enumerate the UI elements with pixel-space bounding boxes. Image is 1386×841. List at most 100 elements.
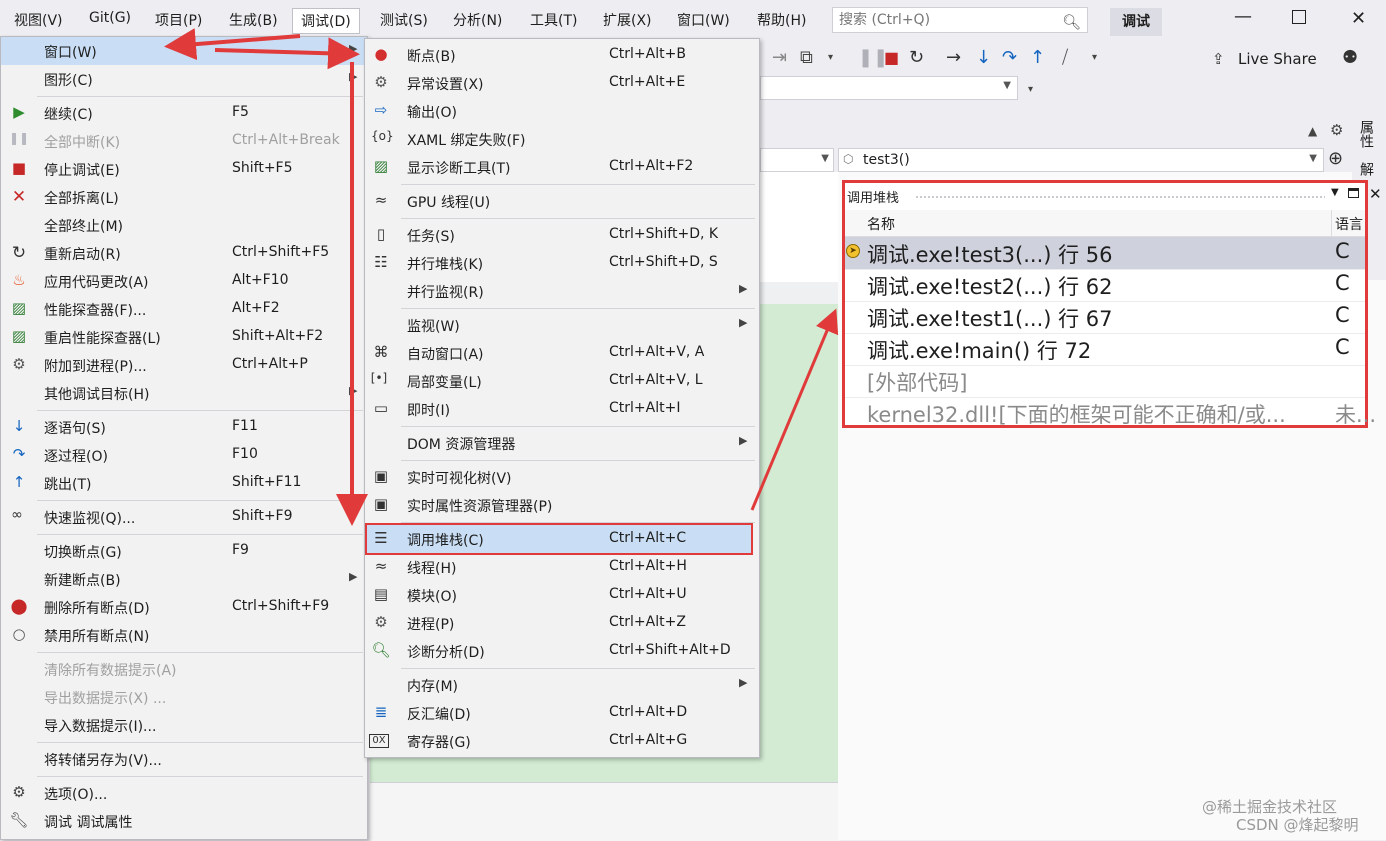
menu-view[interactable]: 视图(V) bbox=[14, 10, 63, 30]
menu-tools[interactable]: 工具(T) bbox=[530, 10, 577, 30]
table-row[interactable]: 调试.exe!test2(...) 行 62 C bbox=[845, 269, 1365, 302]
step-into-icon[interactable]: ↓ bbox=[976, 47, 991, 68]
feedback-icon[interactable]: ⚉ bbox=[1342, 47, 1358, 68]
menu-item-new-breakpoint[interactable]: 新建断点(B) ▶ bbox=[1, 565, 367, 593]
chevron-down-icon[interactable]: ▲ bbox=[1308, 124, 1317, 138]
column-name[interactable]: 名称 bbox=[867, 214, 895, 234]
menu-item-save-dump[interactable]: 将转储另存为(V)... bbox=[1, 745, 367, 773]
menu-item-diagnostic-analysis[interactable]: 🔍︎ 诊断分析(D) Ctrl+Shift+Alt+D bbox=[365, 637, 759, 665]
menu-item-debug-properties[interactable]: 🔧︎ 调试 调试属性 bbox=[1, 807, 367, 835]
menu-item-diagnostic-tools[interactable]: ▨ 显示诊断工具(T) Ctrl+Alt+F2 bbox=[365, 153, 759, 181]
properties-tab[interactable]: 属性 bbox=[1356, 120, 1376, 148]
menu-item-break-all[interactable]: ❚❚ 全部中断(K) Ctrl+Alt+Break bbox=[1, 127, 367, 155]
menu-item-detach-all[interactable]: ✕ 全部拆离(L) bbox=[1, 183, 367, 211]
menu-item-live-property-explorer[interactable]: ▣ 实时属性资源管理器(P) bbox=[365, 491, 759, 519]
menu-item-autos[interactable]: ⌘ 自动窗口(A) Ctrl+Alt+V, A bbox=[365, 339, 759, 367]
menu-item-output[interactable]: ⇨ 输出(O) bbox=[365, 97, 759, 125]
menu-item-parallel-watch[interactable]: 并行监视(R) ▶ bbox=[365, 277, 759, 305]
menu-git[interactable]: Git(G) bbox=[89, 10, 131, 26]
chevron-down-icon[interactable]: ▾ bbox=[828, 52, 833, 63]
menu-item-registers[interactable]: 0X 寄存器(G) Ctrl+Alt+G bbox=[365, 727, 759, 755]
hot-reload-icon[interactable]: ⧉ bbox=[800, 47, 813, 68]
menu-item-threads[interactable]: ≈ 线程(H) Ctrl+Alt+H bbox=[365, 553, 759, 581]
menu-item-terminate-all[interactable]: 全部终止(M) bbox=[1, 211, 367, 239]
function-combo[interactable]: ⬡ test3() ▼ bbox=[838, 148, 1324, 172]
menu-window[interactable]: 窗口(W) bbox=[677, 10, 730, 30]
menu-item-dom-explorer[interactable]: DOM 资源管理器 ▶ bbox=[365, 429, 759, 457]
table-row[interactable]: kernel32.dll![下面的框架可能不正确和/或... 未... bbox=[845, 397, 1376, 429]
menu-item-immediate[interactable]: ▭ 即时(I) Ctrl+Alt+I bbox=[365, 395, 759, 423]
menu-item-delete-all-breakpoints[interactable]: ⬤ 删除所有断点(D) Ctrl+Shift+F9 bbox=[1, 593, 367, 621]
table-row[interactable]: ➤ 调试.exe!test3(...) 行 56 C bbox=[845, 237, 1365, 270]
gear-icon[interactable]: ⚙ bbox=[1330, 121, 1343, 139]
menu-help[interactable]: 帮助(H) bbox=[757, 10, 806, 30]
menu-item-watch[interactable]: 监视(W) ▶ bbox=[365, 311, 759, 339]
menu-item-attach-to-process[interactable]: ⚙ 附加到进程(P)... Ctrl+Alt+P bbox=[1, 351, 367, 379]
show-next-statement-icon[interactable]: ⇥ bbox=[772, 47, 787, 68]
table-row[interactable]: [外部代码] bbox=[845, 365, 1365, 398]
scope-combo[interactable]: ▼ bbox=[760, 148, 834, 172]
minimize-icon[interactable]: — bbox=[1234, 6, 1252, 27]
menu-item-step-over[interactable]: ↷ 逐过程(O) F10 bbox=[1, 441, 367, 469]
menu-test[interactable]: 测试(S) bbox=[380, 10, 428, 30]
menu-item-breakpoints[interactable]: ● 断点(B) Ctrl+Alt+B bbox=[365, 41, 759, 69]
maximize-icon[interactable] bbox=[1292, 10, 1306, 24]
menu-item-window[interactable]: 窗口(W) ▶ bbox=[1, 37, 367, 65]
menu-item-clear-datatips[interactable]: 清除所有数据提示(A) bbox=[1, 655, 367, 683]
stack-frame-combo[interactable]: ▼ bbox=[760, 76, 1018, 100]
menu-item-disable-all-breakpoints[interactable]: ○ 禁用所有断点(N) bbox=[1, 621, 367, 649]
live-share-button[interactable]: Live Share bbox=[1238, 50, 1317, 68]
menu-item-apply-code-changes[interactable]: ♨ 应用代码更改(A) Alt+F10 bbox=[1, 267, 367, 295]
toolbar-overflow-icon[interactable]: ▾ bbox=[1092, 52, 1097, 63]
breakpoint-toggle-icon[interactable]: ⧸ bbox=[1062, 47, 1068, 68]
menu-item-memory[interactable]: 内存(M) ▶ bbox=[365, 671, 759, 699]
split-icon[interactable]: ⊕ bbox=[1328, 148, 1343, 169]
menu-item-graphics[interactable]: 图形(C) ▶ bbox=[1, 65, 367, 93]
menu-item-live-visual-tree[interactable]: ▣ 实时可视化树(V) bbox=[365, 463, 759, 491]
restart-icon[interactable]: ↻ bbox=[909, 47, 924, 68]
step-over-icon[interactable]: ↷ bbox=[1002, 47, 1017, 68]
menu-project[interactable]: 项目(P) bbox=[155, 10, 202, 30]
close-icon[interactable]: ✕ bbox=[1369, 185, 1382, 203]
table-row[interactable]: 调试.exe!main() 行 72 C bbox=[845, 333, 1365, 366]
menu-debug[interactable]: 调试(D) bbox=[292, 8, 360, 34]
menu-item-export-datatips[interactable]: 导出数据提示(X) ... bbox=[1, 683, 367, 711]
chevron-down-icon[interactable]: ▼ bbox=[1331, 187, 1339, 198]
menu-item-modules[interactable]: ▤ 模块(O) Ctrl+Alt+U bbox=[365, 581, 759, 609]
menu-item-gpu-threads[interactable]: ≈ GPU 线程(U) bbox=[365, 187, 759, 215]
menu-item-toggle-breakpoint[interactable]: 切换断点(G) F9 bbox=[1, 537, 367, 565]
search-box[interactable]: 搜索 (Ctrl+Q) 🔍︎ bbox=[832, 7, 1088, 33]
panel-grip[interactable] bbox=[915, 195, 1325, 200]
menu-item-parallel-stacks[interactable]: ☷ 并行堆栈(K) Ctrl+Shift+D, S bbox=[365, 249, 759, 277]
table-row[interactable]: 调试.exe!test1(...) 行 67 C bbox=[845, 301, 1365, 334]
solution-tab[interactable]: 解 bbox=[1356, 162, 1376, 176]
menu-item-performance-profiler[interactable]: ▨ 性能探查器(F)... Alt+F2 bbox=[1, 295, 367, 323]
chevron-down-icon[interactable]: ▾ bbox=[1028, 84, 1033, 95]
stop-icon[interactable]: ■ bbox=[884, 48, 899, 67]
close-icon[interactable]: ✕ bbox=[1351, 8, 1366, 29]
menu-item-stop-debugging[interactable]: ■ 停止调试(E) Shift+F5 bbox=[1, 155, 367, 183]
menu-item-xaml-binding-failures[interactable]: {o} XAML 绑定失败(F) bbox=[365, 125, 759, 153]
column-language[interactable]: 语言 bbox=[1335, 214, 1363, 234]
menu-item-call-stack[interactable]: ☰ 调用堆栈(C) Ctrl+Alt+C bbox=[365, 523, 753, 555]
menu-extensions[interactable]: 扩展(X) bbox=[603, 10, 652, 30]
menu-analyze[interactable]: 分析(N) bbox=[453, 10, 502, 30]
menu-item-options[interactable]: ⚙ 选项(O)... bbox=[1, 779, 367, 807]
maximize-icon[interactable] bbox=[1348, 188, 1359, 198]
step-out-icon[interactable]: ↑ bbox=[1030, 47, 1045, 68]
menu-item-step-out[interactable]: ↑ 跳出(T) Shift+F11 bbox=[1, 469, 367, 497]
menu-item-step-into[interactable]: ↓ 逐语句(S) F11 bbox=[1, 413, 367, 441]
menu-item-processes[interactable]: ⚙ 进程(P) Ctrl+Alt+Z bbox=[365, 609, 759, 637]
menu-item-disassembly[interactable]: ≣ 反汇编(D) Ctrl+Alt+D bbox=[365, 699, 759, 727]
menu-item-tasks[interactable]: ▯ 任务(S) Ctrl+Shift+D, K bbox=[365, 221, 759, 249]
menu-build[interactable]: 生成(B) bbox=[229, 10, 278, 30]
menu-item-restart[interactable]: ↻ 重新启动(R) Ctrl+Shift+F5 bbox=[1, 239, 367, 267]
menu-item-import-datatips[interactable]: 导入数据提示(I)... bbox=[1, 711, 367, 739]
show-next-arrow-icon[interactable]: → bbox=[946, 47, 961, 68]
menu-item-quick-watch[interactable]: ∞ 快速监视(Q)... Shift+F9 bbox=[1, 503, 367, 531]
menu-item-relaunch-profiler[interactable]: ▨ 重启性能探查器(L) Shift+Alt+F2 bbox=[1, 323, 367, 351]
menu-item-exception-settings[interactable]: ⚙ 异常设置(X) Ctrl+Alt+E bbox=[365, 69, 759, 97]
menu-item-locals[interactable]: [•] 局部变量(L) Ctrl+Alt+V, L bbox=[365, 367, 759, 395]
menu-item-other-debug-targets[interactable]: 其他调试目标(H) ▶ bbox=[1, 379, 367, 407]
menu-item-continue[interactable]: ▶ 继续(C) F5 bbox=[1, 99, 367, 127]
